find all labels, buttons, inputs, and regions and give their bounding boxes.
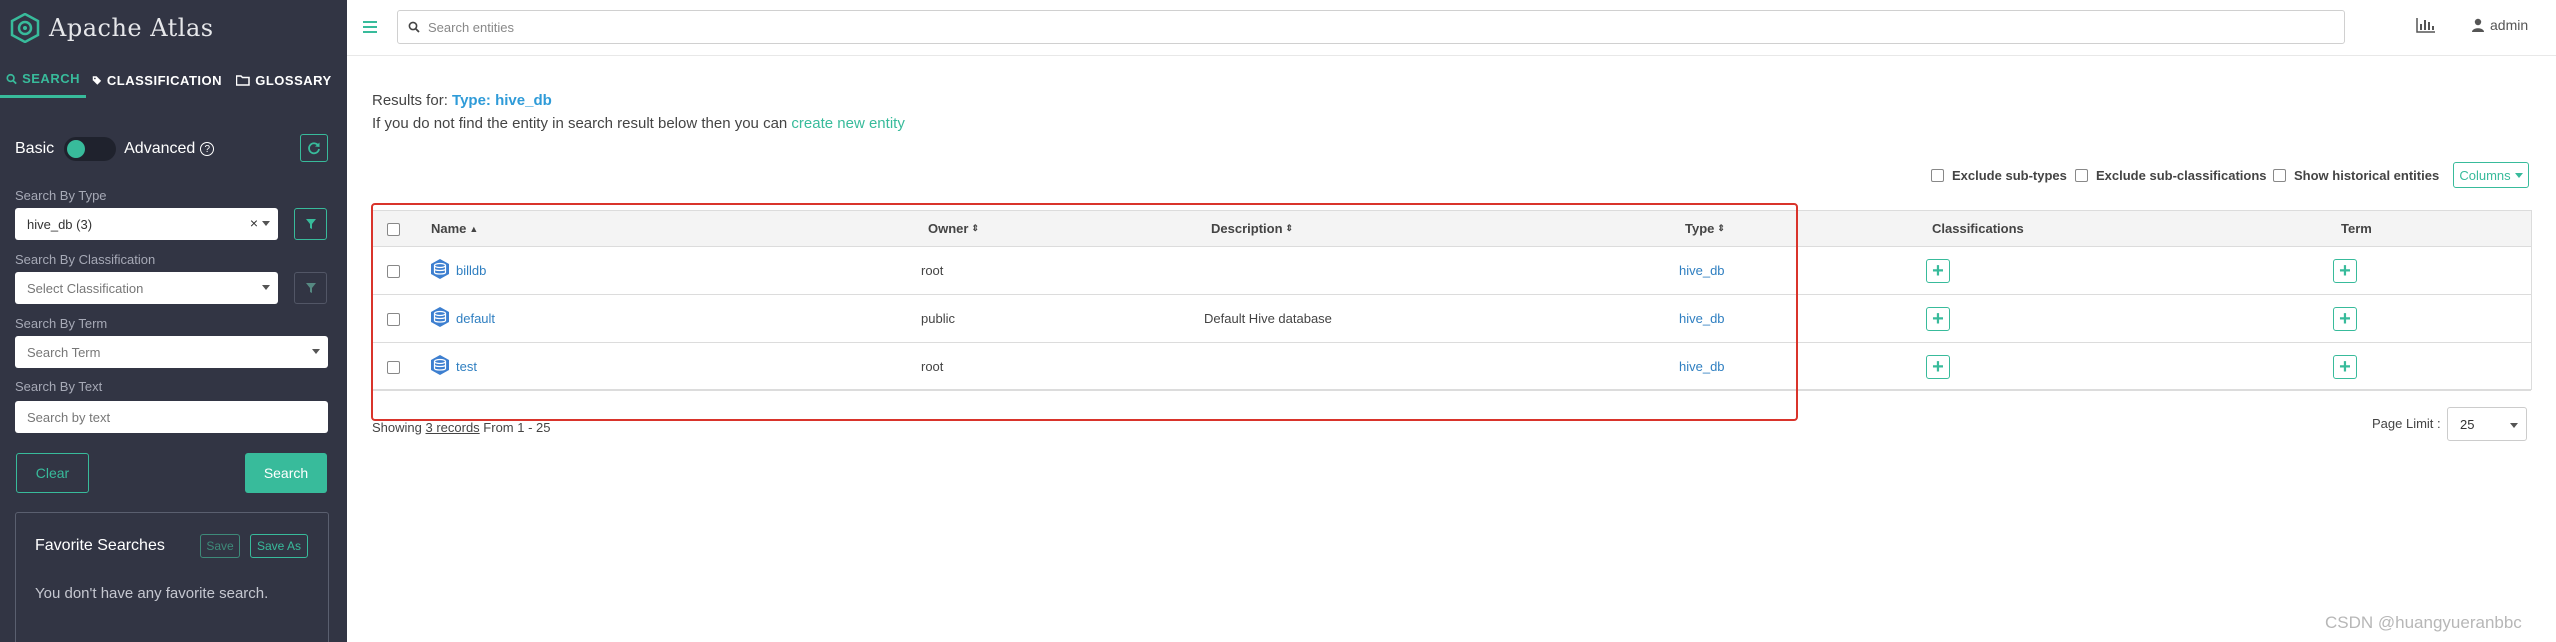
refresh-button[interactable] bbox=[300, 134, 328, 162]
watermark: CSDN @huangyueranbbc bbox=[2325, 613, 2522, 632]
records-count: 3 records bbox=[425, 420, 480, 435]
show-historical-label: Show historical entities bbox=[2294, 168, 2440, 183]
exclude-subtypes-checkbox[interactable] bbox=[1931, 169, 1944, 182]
sidebar-tabs: SEARCH CLASSIFICATION GLOSSARY bbox=[0, 62, 347, 98]
header-classifications: Classifications bbox=[1932, 221, 2024, 236]
global-search-placeholder: Search entities bbox=[428, 19, 514, 35]
basic-label: Basic bbox=[15, 140, 55, 157]
tag-icon bbox=[92, 75, 102, 85]
switch-knob bbox=[67, 140, 86, 158]
highlight-annotation-box bbox=[371, 203, 1798, 421]
hint-text: If you do not find the entity in search … bbox=[372, 115, 792, 132]
type-select-value: hive_db (3) bbox=[27, 216, 93, 232]
clear-type-icon[interactable]: × bbox=[250, 215, 258, 231]
show-historical-option[interactable]: Show historical entities bbox=[2273, 168, 2439, 183]
refresh-icon bbox=[308, 142, 320, 155]
favorite-searches-panel: Favorite Searches Save Save As You don't… bbox=[15, 512, 329, 642]
clear-button[interactable]: Clear bbox=[16, 453, 89, 493]
results-prefix: Results for: bbox=[372, 92, 453, 109]
classification-filter-button[interactable] bbox=[294, 272, 327, 304]
chevron-down-icon bbox=[2510, 423, 2518, 428]
add-term-button[interactable]: + bbox=[2333, 307, 2357, 331]
question-icon[interactable]: ? bbox=[200, 142, 215, 156]
basic-advanced-switch[interactable] bbox=[64, 137, 117, 161]
exclude-subtypes-option[interactable]: Exclude sub-types bbox=[1931, 168, 2067, 183]
bar-chart-icon[interactable] bbox=[2416, 17, 2436, 33]
type-filter-button[interactable] bbox=[294, 208, 327, 240]
classification-select[interactable]: Select Classification bbox=[15, 272, 278, 304]
add-classification-button[interactable]: + bbox=[1926, 355, 1950, 379]
records-range: From 1 - 25 bbox=[479, 420, 551, 435]
search-by-classification-label: Search By Classification bbox=[15, 252, 156, 267]
favorite-searches-title: Favorite Searches bbox=[35, 537, 165, 554]
user-icon bbox=[2472, 18, 2484, 32]
add-classification-button[interactable]: + bbox=[1926, 307, 1950, 331]
term-select[interactable]: Search Term bbox=[15, 336, 328, 368]
filter-icon bbox=[305, 219, 316, 229]
tab-classification[interactable]: CLASSIFICATION bbox=[86, 62, 228, 98]
hamburger-menu-icon[interactable] bbox=[363, 20, 377, 34]
tab-glossary[interactable]: GLOSSARY bbox=[228, 62, 340, 98]
search-by-term-label: Search By Term bbox=[15, 316, 108, 331]
results-type: Type: hive_db bbox=[452, 92, 552, 109]
atlas-logo-icon bbox=[10, 13, 40, 43]
exclude-subclassifications-label: Exclude sub-classifications bbox=[2096, 168, 2267, 183]
caret-down-icon bbox=[2514, 172, 2523, 178]
app-logo[interactable]: Apache Atlas bbox=[10, 12, 214, 44]
term-select-placeholder: Search Term bbox=[27, 344, 101, 360]
search-by-text-label: Search By Text bbox=[15, 379, 103, 394]
search-mode-toggle-row: Basic Advanced ? bbox=[15, 134, 330, 164]
page-limit-label: Page Limit : bbox=[2372, 416, 2441, 431]
results-hint: If you do not find the entity in search … bbox=[372, 115, 905, 132]
favorite-searches-empty: You don't have any favorite search. bbox=[35, 585, 269, 602]
header-classifications-label: Classifications bbox=[1932, 221, 2024, 236]
search-button[interactable]: Search bbox=[245, 453, 327, 493]
save-favorite-button[interactable]: Save bbox=[200, 534, 240, 558]
page-limit-select[interactable]: 25 bbox=[2447, 407, 2527, 441]
tab-search-label: SEARCH bbox=[22, 71, 80, 86]
chevron-down-icon bbox=[262, 285, 270, 290]
chevron-down-icon bbox=[312, 349, 320, 354]
search-icon bbox=[6, 73, 17, 84]
search-icon bbox=[408, 21, 420, 33]
user-name: admin bbox=[2490, 17, 2529, 33]
exclude-subclassifications-option[interactable]: Exclude sub-classifications bbox=[2075, 168, 2267, 183]
search-text-placeholder: Search by text bbox=[27, 409, 111, 425]
global-search-input[interactable]: Search entities bbox=[397, 10, 2345, 44]
search-text-input[interactable]: Search by text bbox=[15, 401, 328, 433]
app-title: Apache Atlas bbox=[49, 14, 214, 42]
exclude-subclassifications-checkbox[interactable] bbox=[2075, 169, 2088, 182]
header-term-label: Term bbox=[2341, 221, 2372, 236]
showing-prefix: Showing bbox=[372, 420, 426, 435]
create-entity-link[interactable]: create new entity bbox=[791, 115, 904, 132]
top-bar: Search entities admin bbox=[347, 0, 2556, 56]
tab-search[interactable]: SEARCH bbox=[0, 62, 86, 98]
chevron-down-icon bbox=[262, 221, 270, 226]
filter-icon bbox=[305, 283, 316, 293]
page-limit-value: 25 bbox=[2460, 416, 2475, 432]
tab-classification-label: CLASSIFICATION bbox=[106, 72, 222, 88]
header-term: Term bbox=[2341, 221, 2372, 236]
exclude-subtypes-label: Exclude sub-types bbox=[1952, 168, 2067, 183]
save-as-favorite-button[interactable]: Save As bbox=[250, 534, 308, 558]
folder-icon bbox=[236, 75, 250, 86]
results-header: Results for: Type: hive_db bbox=[372, 92, 552, 109]
add-term-button[interactable]: + bbox=[2333, 259, 2357, 283]
add-term-button[interactable]: + bbox=[2333, 355, 2357, 379]
columns-button[interactable]: Columns bbox=[2453, 162, 2529, 188]
records-summary: Showing 3 records From 1 - 25 bbox=[372, 420, 550, 435]
advanced-label: Advanced bbox=[124, 140, 196, 157]
show-historical-checkbox[interactable] bbox=[2273, 169, 2286, 182]
tab-glossary-label: GLOSSARY bbox=[255, 72, 332, 88]
user-menu[interactable]: admin bbox=[2472, 17, 2528, 33]
columns-label: Columns bbox=[2459, 167, 2511, 183]
classification-select-placeholder: Select Classification bbox=[27, 280, 144, 296]
sidebar: Apache Atlas SEARCH CLASSIFICATION GLOSS… bbox=[0, 0, 347, 642]
type-select[interactable]: hive_db (3) × bbox=[15, 208, 278, 240]
search-by-type-label: Search By Type bbox=[15, 188, 107, 203]
add-classification-button[interactable]: + bbox=[1926, 259, 1950, 283]
